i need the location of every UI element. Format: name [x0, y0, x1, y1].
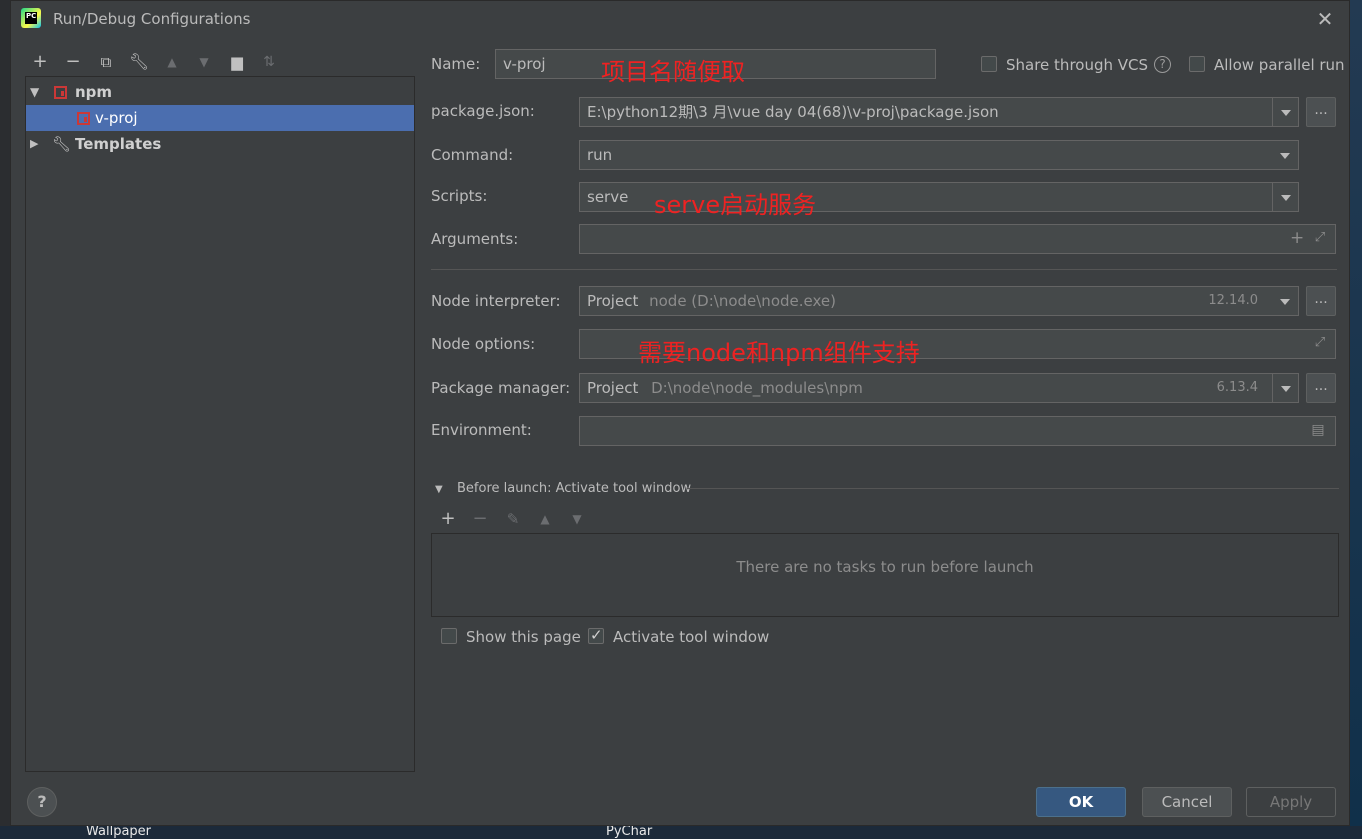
chevron-down-icon[interactable] [1272, 141, 1298, 169]
name-annotation: 项目名随便取 [601, 58, 745, 86]
cancel-button[interactable]: Cancel [1142, 787, 1232, 817]
package-manager-version: 6.13.4 [1216, 380, 1258, 395]
empty-tasks-text: There are no tasks to run before launch [736, 558, 1034, 576]
node-options-label: Node options: [431, 335, 536, 353]
node-options-annotation: 需要node和npm组件支持 [638, 339, 920, 367]
desktop-bottom-strip [0, 826, 1362, 839]
collapsed-arrow-icon: ▶ [30, 137, 39, 150]
insert-macro-icon[interactable]: + [1290, 230, 1304, 247]
allow-parallel-checkbox[interactable] [1189, 56, 1205, 72]
desktop-left-strip [0, 0, 10, 839]
before-launch-task-list: There are no tasks to run before launch [431, 533, 1339, 617]
form-separator [431, 269, 1337, 270]
package-manager-path: D:\node\node_modules\npm [651, 379, 863, 397]
package-json-label: package.json: [431, 102, 535, 120]
desktop-label-wallpaper: Wallpaper [86, 824, 152, 839]
arguments-input[interactable]: + ⤢ [579, 224, 1336, 254]
environment-label: Environment: [431, 421, 532, 439]
wrench-icon: 🔧︎ [52, 135, 72, 153]
package-manager-prefix: Project [587, 379, 639, 397]
share-vcs-label: Share through VCS [1006, 56, 1149, 74]
edit-task-icon[interactable]: ✎ [500, 506, 526, 532]
tree-group-templates[interactable]: ▶ 🔧︎ Templates [26, 131, 414, 157]
remove-config-icon[interactable]: − [60, 49, 86, 75]
show-page-checkbox[interactable] [441, 628, 457, 644]
browse-package-manager-button[interactable]: ... [1306, 373, 1336, 403]
expanded-arrow-icon: ▼ [30, 85, 40, 99]
config-tree: ▼ npm v-proj ▶ 🔧︎ Templates [25, 76, 415, 772]
expand-icon[interactable]: ⤢ [1313, 231, 1327, 245]
help-icon[interactable]: ? [1154, 56, 1171, 73]
run-debug-dialog: PC Run/Debug Configurations ✕ + − ⧉ 🔧︎ ▲… [10, 0, 1350, 826]
show-page-label: Show this page [466, 628, 581, 646]
package-manager-label: Package manager: [431, 379, 571, 397]
move-up-icon[interactable]: ▲ [159, 49, 185, 75]
share-vcs-checkbox[interactable] [981, 56, 997, 72]
title-bar: PC Run/Debug Configurations ✕ [11, 1, 1349, 37]
ok-button[interactable]: OK [1036, 787, 1126, 817]
browse-package-json-button[interactable]: ... [1306, 97, 1336, 127]
document-icon[interactable]: ▤ [1311, 423, 1325, 437]
package-json-value: E:\python12期\3 月\vue day 04(68)\v-proj\p… [587, 103, 999, 121]
before-launch-title[interactable]: Before launch: Activate tool window [457, 481, 691, 496]
activate-tool-checkbox[interactable] [588, 626, 604, 644]
collapse-arrow-icon[interactable]: ▼ [435, 484, 443, 495]
move-task-up-icon[interactable]: ▲ [532, 506, 558, 532]
tree-group-label: npm [75, 83, 113, 101]
close-icon[interactable]: ✕ [1313, 7, 1337, 31]
before-launch-divider [687, 488, 1339, 489]
copy-config-icon[interactable]: ⧉ [93, 49, 119, 75]
tree-group-npm[interactable]: ▼ npm [26, 79, 414, 105]
tree-templates-label: Templates [75, 135, 162, 153]
tree-item-label: v-proj [95, 109, 138, 127]
chevron-down-icon[interactable] [1272, 183, 1298, 211]
wrench-icon[interactable]: 🔧︎ [126, 49, 152, 75]
command-value: run [587, 146, 613, 164]
arguments-label: Arguments: [431, 230, 519, 248]
npm-icon [54, 86, 67, 99]
node-interpreter-path: node (D:\node\node.exe) [649, 292, 836, 310]
command-label: Command: [431, 146, 514, 164]
command-combo[interactable]: run [579, 140, 1299, 170]
node-interpreter-combo[interactable]: Project node (D:\node\node.exe) 12.14.0 [579, 286, 1299, 316]
sort-icon[interactable]: ⇅ [256, 49, 282, 75]
npm-icon [77, 112, 90, 125]
name-label: Name: [431, 55, 481, 73]
desktop-label-pycharm: PyChar [606, 824, 653, 839]
add-config-icon[interactable]: + [27, 49, 53, 75]
node-interpreter-label: Node interpreter: [431, 292, 561, 310]
browse-node-button[interactable]: ... [1306, 286, 1336, 316]
chevron-down-icon[interactable] [1272, 287, 1298, 315]
window-title: Run/Debug Configurations [53, 10, 251, 28]
environment-input[interactable]: ▤ [579, 416, 1336, 446]
desktop-right-strip [1350, 0, 1362, 839]
scripts-value: serve [587, 188, 629, 206]
expand-icon[interactable]: ⤢ [1313, 336, 1327, 350]
pycharm-app-icon: PC [21, 8, 41, 28]
remove-task-icon[interactable]: − [467, 506, 493, 532]
tree-item-v-proj[interactable]: v-proj [26, 105, 414, 131]
move-down-icon[interactable]: ▼ [191, 49, 217, 75]
move-task-down-icon[interactable]: ▼ [564, 506, 590, 532]
apply-button[interactable]: Apply [1246, 787, 1336, 817]
folder-add-icon[interactable]: ▆ [224, 49, 250, 75]
chevron-down-icon[interactable] [1272, 98, 1298, 126]
add-task-icon[interactable]: + [435, 506, 461, 532]
package-manager-combo[interactable]: Project D:\node\node_modules\npm 6.13.4 [579, 373, 1299, 403]
chevron-down-icon[interactable] [1272, 374, 1298, 402]
node-interpreter-version: 12.14.0 [1208, 293, 1258, 308]
package-json-combo[interactable]: E:\python12期\3 月\vue day 04(68)\v-proj\p… [579, 97, 1299, 127]
scripts-label: Scripts: [431, 187, 488, 205]
activate-tool-label: Activate tool window [613, 628, 770, 646]
scripts-annotation: serve启动服务 [654, 191, 817, 219]
node-interpreter-prefix: Project [587, 292, 639, 310]
allow-parallel-label: Allow parallel run [1214, 56, 1345, 74]
help-button[interactable]: ? [27, 787, 57, 817]
